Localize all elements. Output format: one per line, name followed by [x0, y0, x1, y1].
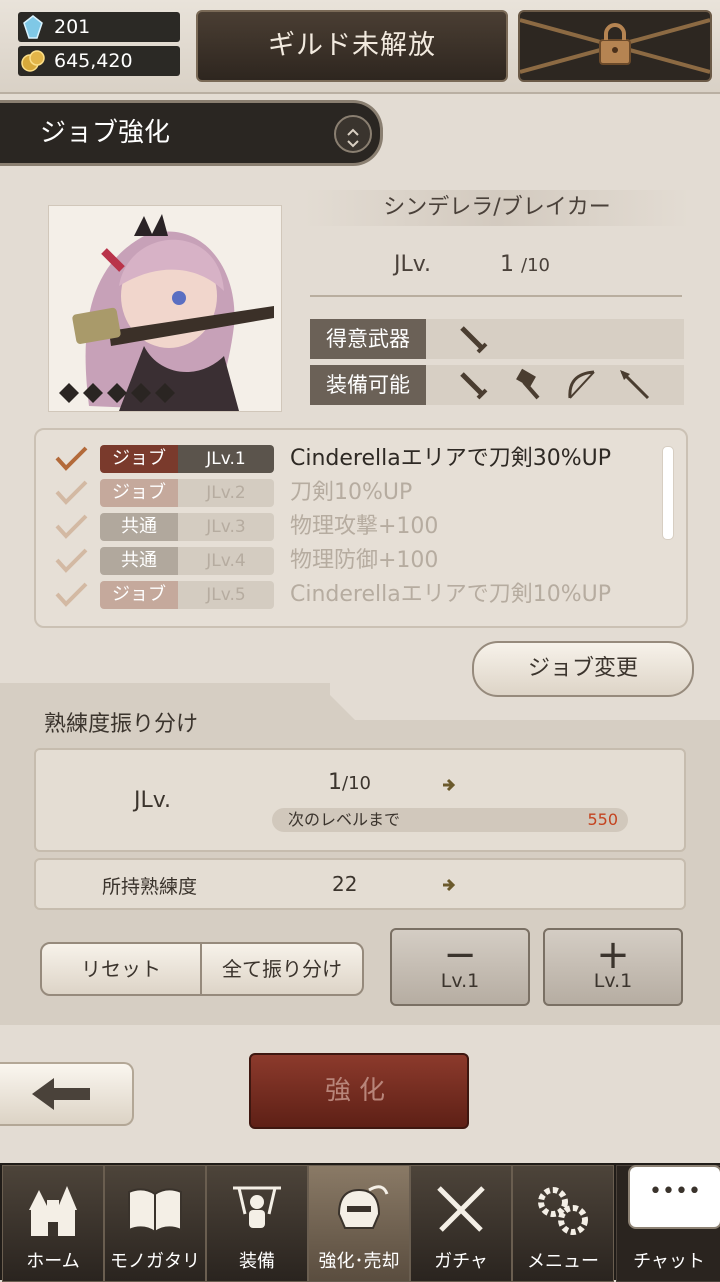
owned-proficiency-value: 22 — [332, 872, 358, 896]
skill-tag: ジョブ JLv.1 — [100, 445, 274, 473]
guild-button[interactable]: ギルド未解放 — [196, 10, 508, 82]
job-change-button[interactable]: ジョブ変更 — [472, 641, 694, 697]
skill-description: Cinderellaエリアで刀剣10%UP — [290, 582, 611, 607]
check-icon — [55, 548, 88, 573]
owned-proficiency-label: 所持熟練度 — [102, 876, 198, 898]
favorite-weapon-label: 得意武器 — [310, 319, 426, 359]
divider — [310, 295, 682, 297]
chat-dots: •••• — [649, 1179, 701, 1204]
nav-home[interactable]: ホーム — [2, 1165, 104, 1282]
check-icon — [55, 514, 88, 539]
skill-description: 物理防御+100 — [290, 548, 439, 573]
arrow-right-icon — [443, 878, 456, 892]
character-portrait — [48, 205, 282, 412]
gold-count: 645,420 — [54, 50, 133, 72]
nav-equipment[interactable]: 装備 — [206, 1165, 308, 1282]
puppet-icon — [233, 1186, 281, 1228]
nav-menu[interactable]: メニュー — [512, 1165, 614, 1282]
panel-tab-edge — [318, 683, 358, 723]
check-icon — [55, 446, 88, 471]
skill-tag: ジョブ JLv.2 — [100, 479, 274, 507]
chevron-updown-icon — [347, 128, 359, 148]
crystal-icon — [23, 15, 43, 39]
sword-icon — [460, 326, 488, 354]
nav-enhance-sell[interactable]: 強化･売却 — [308, 1165, 410, 1282]
arrow-right-icon — [443, 778, 456, 792]
coin-icon — [21, 50, 45, 72]
crossed-swords-icon — [437, 1186, 485, 1232]
chat-icon[interactable]: •••• — [628, 1165, 720, 1229]
skill-description: 刀剣10%UP — [290, 480, 413, 505]
back-arrow-icon — [32, 1078, 90, 1110]
skill-tag: 共通 JLv.3 — [100, 513, 274, 541]
page-title-banner: ジョブ強化 — [0, 100, 383, 166]
reset-button[interactable]: リセット — [40, 942, 202, 996]
allocation-title: 熟練度振り分け — [44, 712, 199, 737]
sort-toggle-button[interactable] — [334, 115, 372, 153]
back-button[interactable] — [0, 1062, 134, 1126]
plus-level-button[interactable]: + Lv.1 — [543, 928, 683, 1006]
page-title: ジョブ強化 — [40, 118, 171, 148]
check-icon — [55, 480, 88, 505]
gold-counter: 645,420 — [18, 46, 180, 76]
nav-story[interactable]: モノガタリ — [104, 1165, 206, 1282]
equippable-weapon-label: 装備可能 — [310, 365, 426, 405]
list-item: ジョブ JLv.2 刀剣10%UP — [36, 476, 656, 510]
jlv-value: 1 /10 — [500, 252, 550, 277]
owned-proficiency-box: 所持熟練度 22 — [34, 858, 686, 910]
sword-icon — [460, 372, 488, 400]
equippable-weapon-row: 装備可能 — [310, 365, 684, 405]
rarity-diamonds — [59, 383, 175, 403]
list-item: ジョブ JLv.5 Cinderellaエリアで刀剣10%UP — [36, 578, 656, 612]
book-icon — [128, 1188, 182, 1234]
jlv-box: JLv. 1/10 — [34, 748, 686, 852]
skill-description: Cinderellaエリアで刀剣30%UP — [290, 446, 611, 471]
skill-tag: 共通 JLv.4 — [100, 547, 274, 575]
castle-icon — [29, 1186, 77, 1236]
job-skill-list[interactable]: ジョブ JLv.1 Cinderellaエリアで刀剣30%UP ジョブ JLv.… — [34, 428, 688, 628]
minus-level-label: Lv.1 — [440, 970, 480, 992]
bow-icon — [568, 370, 595, 399]
scrollbar[interactable] — [662, 446, 674, 540]
job-name: シンデレラ/ブレイカー — [304, 190, 690, 226]
gem-count: 201 — [54, 16, 91, 38]
jlv-box-value: 1/10 — [328, 770, 371, 795]
gem-counter: 201 — [18, 12, 180, 42]
allocate-all-button[interactable]: 全て振り分け — [200, 942, 364, 996]
skill-tag: ジョブ JLv.5 — [100, 581, 274, 609]
next-level-bar: 次のレベルまで 550 — [272, 808, 628, 832]
skill-description: 物理攻撃+100 — [290, 514, 439, 539]
favorite-weapon-row: 得意武器 — [310, 319, 684, 359]
jlv-box-label: JLv. — [134, 788, 172, 813]
jlv-label: JLv. — [394, 252, 432, 277]
spear-icon — [620, 370, 650, 400]
hammer-icon — [516, 368, 540, 400]
next-level-value: 550 — [587, 810, 618, 829]
helmet-icon — [337, 1185, 389, 1229]
nav-gacha[interactable]: ガチャ — [410, 1165, 512, 1282]
minus-level-button[interactable]: − Lv.1 — [390, 928, 530, 1006]
list-item: 共通 JLv.4 物理防御+100 — [36, 544, 656, 578]
list-item: 共通 JLv.3 物理攻撃+100 — [36, 510, 656, 544]
check-icon — [55, 582, 88, 607]
list-item: ジョブ JLv.1 Cinderellaエリアで刀剣30%UP — [36, 442, 656, 476]
next-level-label: 次のレベルまで — [288, 810, 401, 829]
gears-icon — [538, 1187, 588, 1235]
locked-feature-button[interactable] — [518, 10, 712, 82]
enhance-button[interactable]: 強化 — [249, 1053, 469, 1129]
plus-level-label: Lv.1 — [593, 970, 633, 992]
chain-lock-icon — [520, 18, 710, 74]
